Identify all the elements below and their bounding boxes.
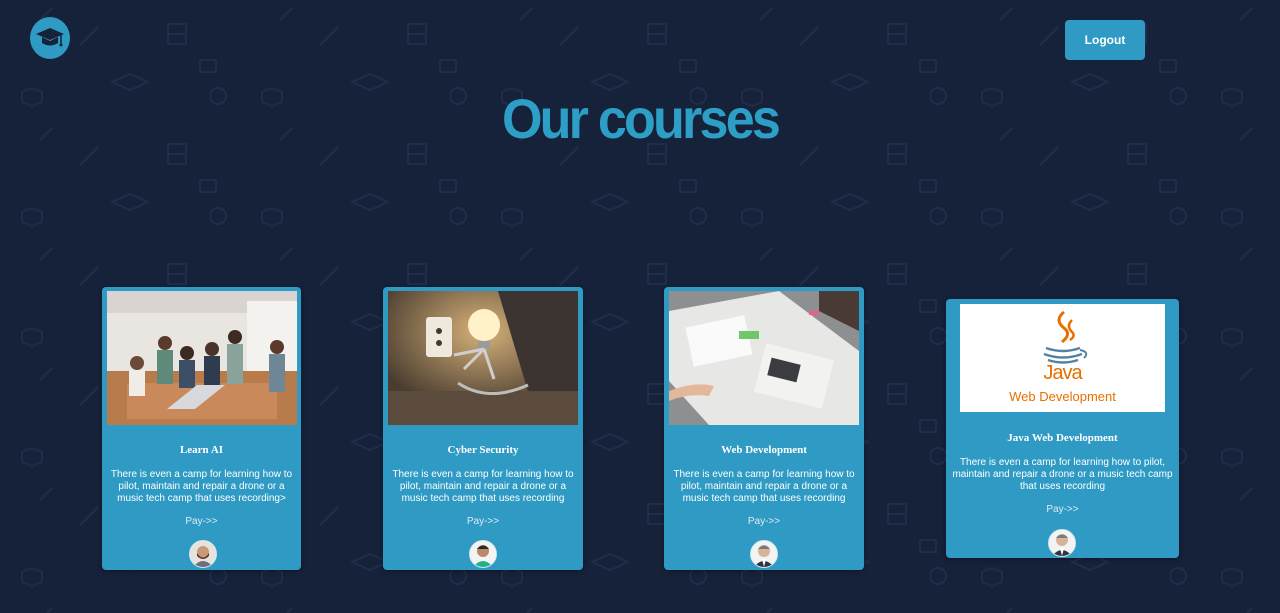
pay-link[interactable]: Pay->> [102,516,301,527]
graduation-cap-icon [36,28,64,47]
course-card-cyber-security[interactable]: Cyber Security There is even a camp for … [383,287,583,570]
course-card-java-web-development[interactable]: Java Web Development Java Web Developmen… [946,299,1179,558]
bearded-man-avatar [189,540,217,568]
course-title: Java Web Development [1007,432,1118,444]
course-description: There is even a camp for learning how to… [110,469,293,504]
page-title: Our courses [501,87,781,150]
man-in-suit-avatar [750,540,778,568]
pay-link[interactable]: Pay->> [946,504,1179,515]
logout-button[interactable]: Logout [1065,20,1145,60]
course-image-desk-papers [669,291,859,425]
course-image-classroom [107,291,297,425]
course-description: There is even a camp for learning how to… [952,457,1173,492]
smiling-man-avatar [469,540,497,568]
course-image-java-logo: Java Web Development [960,304,1165,412]
course-title: Cyber Security [447,444,519,456]
course-description: There is even a camp for learning how to… [673,469,855,504]
logo[interactable] [30,17,70,59]
course-image-lightbulb [388,291,578,425]
course-title: Web Development [721,444,807,456]
pay-link[interactable]: Pay->> [383,516,583,527]
java-brand-text: Java [1043,362,1082,384]
pay-link[interactable]: Pay->> [664,516,864,527]
course-card-learn-ai[interactable]: Learn AI There is even a camp for learni… [102,287,301,570]
course-title: Learn AI [179,444,224,456]
course-card-web-development[interactable]: Web Development There is even a camp for… [664,287,864,570]
course-description: There is even a camp for learning how to… [392,469,574,504]
java-caption-text: Web Development [1009,389,1116,404]
man-in-suit-avatar [1048,529,1076,557]
